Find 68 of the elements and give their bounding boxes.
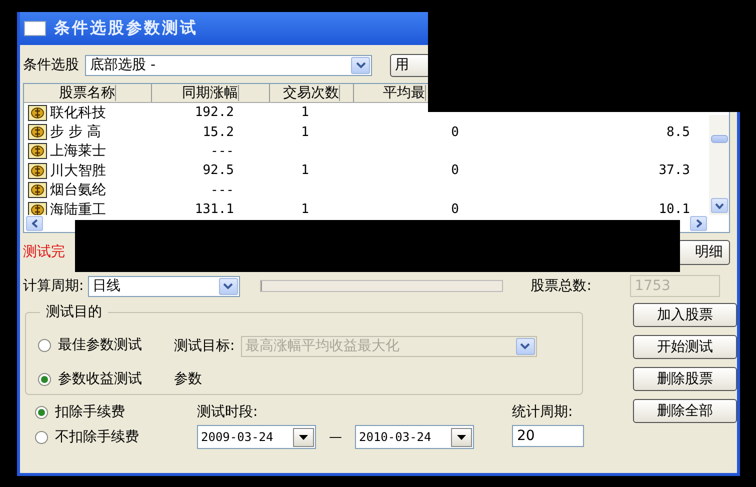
caret-icon: [299, 434, 308, 440]
apply-button[interactable]: 用: [390, 54, 430, 76]
dropdown-button[interactable]: [451, 428, 472, 446]
group-title: 测试目的: [45, 303, 103, 321]
detail-button[interactable]: 明细: [678, 240, 730, 264]
scroll-thumb[interactable]: [710, 135, 728, 143]
table-cell: 0: [451, 163, 459, 178]
table-cell: ---: [210, 182, 234, 198]
table-cell: 131.1: [194, 202, 234, 215]
table-cell: 15.2: [202, 124, 234, 140]
stock-name: 川大智胜: [50, 162, 106, 180]
table-cell: 10.1: [658, 202, 690, 215]
stock-icon: [28, 202, 47, 215]
table-cell: 192.2: [194, 105, 234, 120]
radio-button[interactable]: [38, 338, 51, 352]
period-dropdown[interactable]: 日线: [88, 276, 240, 296]
stock-name: 步 步 高: [50, 123, 101, 142]
stock-icon: [28, 162, 47, 179]
table-cell: 1: [301, 202, 309, 215]
table-cell: 1: [301, 124, 309, 140]
dropdown-button[interactable]: [293, 428, 314, 446]
selector-label: 条件选股: [23, 56, 79, 74]
formula-dropdown[interactable]: 底部选股 -: [85, 54, 372, 76]
stock-name: 上海莱士: [50, 142, 106, 160]
stock-icon: [28, 182, 47, 198]
stock-icon: [28, 143, 47, 160]
column-header[interactable]: 平均最: [383, 85, 426, 101]
column-header[interactable]: 同期涨幅: [182, 85, 239, 101]
stock-icon: [28, 124, 47, 140]
radio-label[interactable]: 参数收益测试: [58, 370, 142, 388]
target-label: 测试目标:: [174, 337, 235, 355]
stock-name: 联化科技: [50, 104, 106, 122]
column-header[interactable]: 股票名称: [59, 85, 116, 101]
radio-button[interactable]: [35, 406, 48, 418]
stat-period-field[interactable]: 20: [512, 425, 584, 447]
stock-total-label: 股票总数:: [530, 277, 592, 295]
radio-label[interactable]: 最佳参数测试: [58, 336, 142, 354]
table-cell: 1: [301, 163, 309, 178]
range-label: 测试时段:: [197, 403, 259, 421]
stock-icon: [28, 104, 47, 121]
radio-button[interactable]: [35, 430, 48, 444]
stat-period-label: 统计周期:: [512, 403, 574, 421]
caret-icon: [457, 434, 466, 440]
table-cell: 37.3: [658, 163, 690, 178]
status-text: 测试完: [23, 243, 65, 261]
table-cell: 0: [451, 202, 459, 215]
column-header[interactable]: 交易次数: [283, 85, 340, 101]
table-cell: ---: [210, 144, 234, 159]
parameter-label: 参数: [174, 370, 202, 388]
table-cell: 1: [301, 105, 309, 120]
window-title: 条件选股参数测试: [54, 18, 198, 39]
start-date-picker[interactable]: 2009-03-24: [197, 425, 316, 449]
action-button[interactable]: 加入股票: [633, 303, 737, 327]
vertical-scrollbar[interactable]: [709, 115, 729, 215]
action-button[interactable]: 删除全部: [633, 399, 737, 423]
radio-label[interactable]: 不扣除手续费: [55, 428, 139, 446]
table-cell: 92.5: [202, 163, 234, 178]
action-button[interactable]: 开始测试: [633, 335, 737, 359]
stock-name: 烟台氨纶: [50, 181, 106, 200]
end-date-picker[interactable]: 2010-03-24: [355, 425, 474, 449]
action-button[interactable]: 删除股票: [633, 367, 737, 391]
radio-button[interactable]: [38, 372, 51, 386]
table-cell: 0: [451, 124, 459, 140]
radio-label[interactable]: 扣除手续费: [55, 403, 125, 421]
range-separator: —: [329, 430, 342, 444]
window-icon: [24, 21, 46, 36]
period-label: 计算周期:: [23, 277, 84, 295]
table-cell: 8.5: [666, 124, 690, 140]
